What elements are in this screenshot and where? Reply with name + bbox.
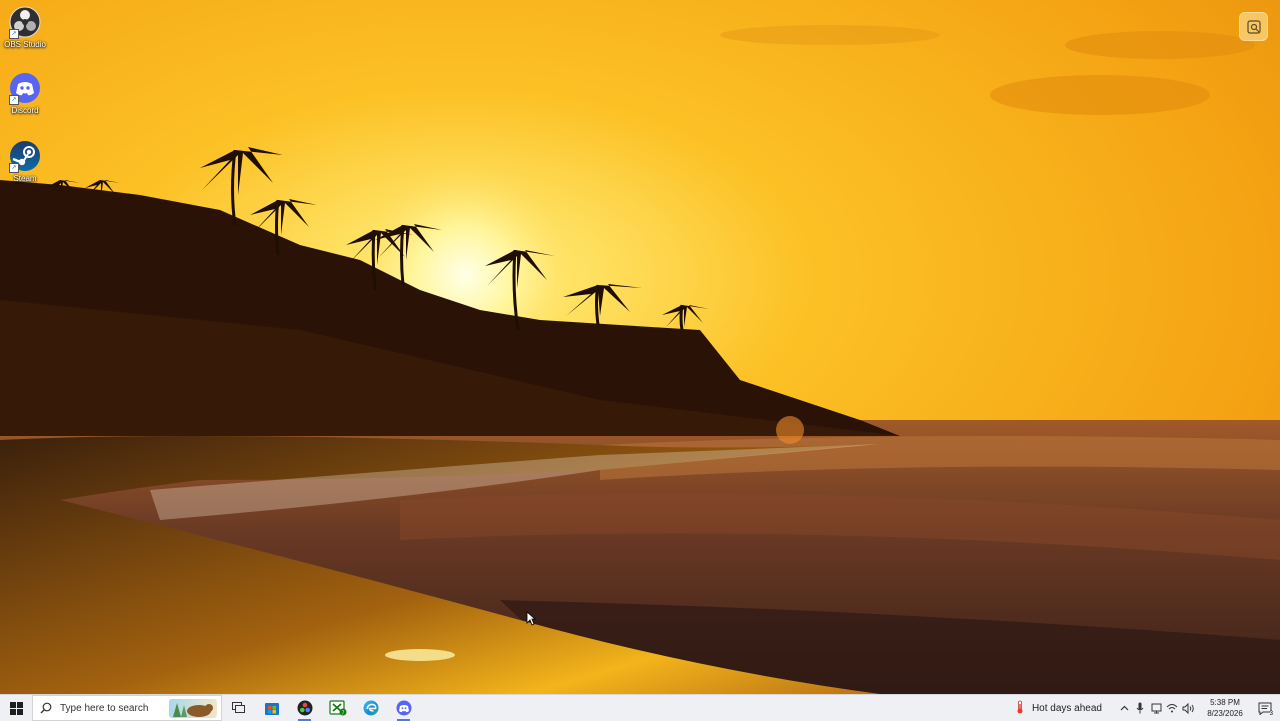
mouse-cursor-icon [526, 611, 537, 631]
taskbar-xbox-button[interactable]: 7 [321, 695, 354, 721]
clock[interactable]: 5:38 PM 8/23/2026 [1200, 697, 1250, 719]
widgets-button[interactable] [1239, 12, 1268, 41]
notifications-button[interactable]: 3 [1250, 695, 1280, 721]
desktop-icon-label: OBS Studio [4, 40, 46, 49]
search-placeholder: Type here to search [60, 702, 149, 714]
desktop-icon-label: Steam [13, 174, 37, 183]
desktop-icon-label: Discord [11, 106, 39, 115]
microphone-icon [1136, 702, 1144, 714]
davinci-resolve-icon [297, 700, 312, 716]
desktop-wallpaper [0, 0, 1280, 694]
notification-count: 3 [1269, 711, 1273, 717]
desktop-icon-obs-studio[interactable]: ↗ OBS Studio [2, 6, 48, 49]
network-tray-button[interactable] [1148, 695, 1164, 721]
image-search-icon [1246, 19, 1261, 34]
desktop-icon-steam[interactable]: ↗ Steam [2, 140, 48, 183]
xbox-icon: 7 [328, 700, 346, 717]
wifi-tray-button[interactable] [1164, 695, 1180, 721]
edge-icon [363, 700, 378, 716]
thermometer-hot-icon [1016, 700, 1024, 717]
taskbar-davinci-resolve-button[interactable] [288, 695, 321, 721]
clock-date: 8/23/2026 [1207, 709, 1243, 718]
discord-icon [396, 700, 411, 716]
chevron-up-icon [1120, 705, 1128, 711]
taskbar-store-button[interactable] [255, 695, 288, 721]
wifi-icon [1166, 704, 1178, 713]
microphone-tray-button[interactable] [1132, 695, 1148, 721]
weather-text: Hot days ahead [1031, 702, 1102, 714]
svg-text:7: 7 [341, 711, 344, 717]
speaker-icon [1182, 702, 1194, 714]
obs-studio-icon: ↗ [9, 6, 41, 39]
search-highlight-image[interactable] [169, 699, 217, 718]
show-hidden-icons-button[interactable] [1116, 695, 1132, 721]
start-button[interactable] [0, 695, 32, 721]
weather-widget[interactable]: Hot days ahead [1016, 700, 1102, 717]
task-view-icon [231, 702, 245, 713]
desktop-icon-discord[interactable]: ↗ Discord [2, 72, 48, 115]
search-icon [40, 702, 54, 714]
task-view-button[interactable] [222, 695, 255, 721]
system-tray: Hot days ahead 5:38 PM 8/23/2026 3 [1016, 695, 1280, 721]
taskbar-edge-button[interactable] [354, 695, 387, 721]
windows-logo-icon [9, 701, 23, 715]
steam-icon: ↗ [9, 140, 41, 173]
taskbar-discord-button[interactable] [387, 695, 420, 721]
store-icon [264, 703, 279, 715]
taskbar: Type here to search 7 Hot days ahead 5:3… [0, 694, 1280, 721]
discord-icon: ↗ [9, 72, 41, 105]
search-input[interactable]: Type here to search [32, 695, 222, 721]
clock-time: 5:38 PM [1210, 698, 1240, 707]
volume-tray-button[interactable] [1180, 695, 1196, 721]
display-icon [1151, 703, 1161, 713]
